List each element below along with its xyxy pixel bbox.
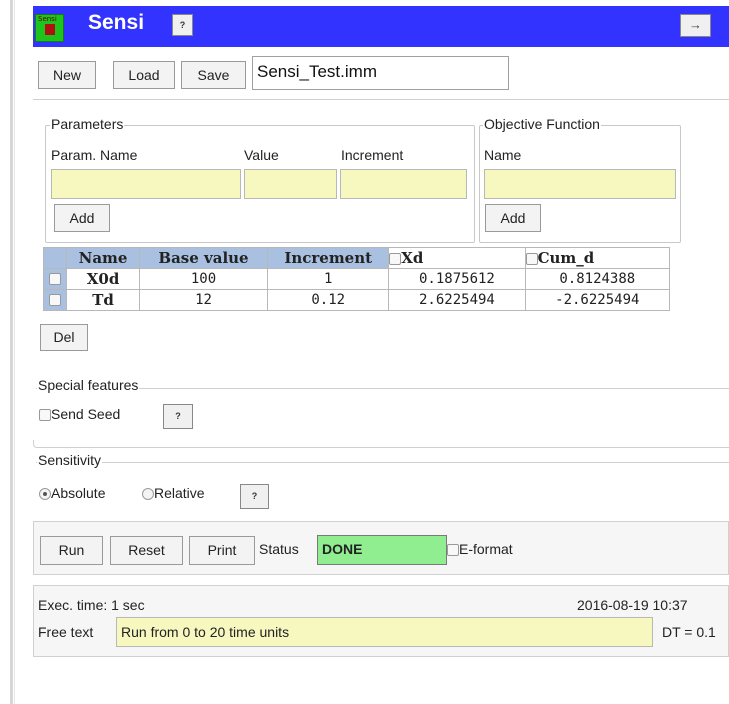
cum-d-checkbox[interactable]	[525, 253, 538, 265]
collapse-button[interactable]: →	[680, 14, 711, 37]
send-seed-control[interactable]: Send Seed	[39, 406, 120, 422]
sensitivity-help-button[interactable]: ?	[240, 484, 269, 509]
app-title: Sensi	[88, 11, 145, 34]
param-name-input[interactable]	[51, 169, 241, 199]
send-seed-label: Send Seed	[51, 406, 121, 422]
divider-top	[33, 99, 729, 100]
sensitivity-legend: Sensitivity	[37, 452, 103, 468]
run-button[interactable]: Run	[40, 536, 103, 565]
delete-button[interactable]: Del	[40, 324, 88, 351]
header-xd-label: Xd	[401, 249, 424, 267]
objective-name-label: Name	[484, 147, 522, 163]
reset-button[interactable]: Reset	[110, 536, 183, 565]
relative-radio[interactable]	[142, 488, 154, 501]
load-button[interactable]: Load	[113, 61, 175, 89]
send-seed-help-button[interactable]: ?	[163, 404, 193, 429]
new-button[interactable]: New	[38, 61, 96, 89]
status-label: Status	[259, 541, 299, 557]
row-cum-d: 0.8124388	[524, 268, 671, 290]
special-panel-bottom	[33, 440, 729, 448]
dt-value: DT = 0.1	[662, 624, 716, 640]
header-increment[interactable]: Increment	[267, 247, 390, 269]
right-arrow-icon: →	[689, 17, 702, 32]
row-select-cell[interactable]	[42, 289, 68, 311]
print-button[interactable]: Print	[189, 536, 255, 565]
header-name[interactable]: Name	[66, 247, 140, 269]
row-xd: 0.1875612	[388, 268, 526, 290]
eformat-label: E-format	[459, 541, 513, 557]
left-border-inner	[14, 0, 15, 704]
logo-text: Sensi	[38, 15, 57, 23]
objective-legend: Objective Function	[483, 116, 601, 132]
param-value-input[interactable]	[244, 169, 337, 199]
row-select-cell[interactable]	[42, 268, 68, 290]
timestamp: 2016-08-19 10:37	[577, 597, 688, 613]
param-value-label: Value	[244, 147, 279, 163]
eformat-control[interactable]: E-format	[447, 541, 513, 557]
table-row: X0d 100 1 0.1875612 0.8124388	[42, 268, 671, 290]
header-xd[interactable]: Xd	[388, 247, 526, 269]
row-name: Td	[66, 289, 140, 311]
header-cum-d-label: Cum_d	[537, 249, 595, 267]
relative-option[interactable]: Relative	[142, 485, 205, 501]
objective-name-input[interactable]	[484, 169, 676, 199]
row-increment: 0.12	[267, 289, 390, 311]
save-button[interactable]: Save	[181, 61, 246, 89]
param-add-button[interactable]: Add	[54, 204, 110, 232]
left-border	[10, 0, 13, 704]
header-cum-d[interactable]: Cum_d	[524, 247, 671, 269]
select-all-cell[interactable]	[42, 247, 68, 269]
parameters-legend: Parameters	[50, 116, 125, 132]
title-help-button[interactable]: ?	[172, 14, 193, 36]
sensitivity-table: Name Base value Increment Xd Cum_d X0d 1…	[42, 247, 671, 311]
free-text-label: Free text	[38, 624, 94, 640]
row-base: 12	[138, 289, 269, 311]
xd-checkbox[interactable]	[389, 253, 402, 265]
filename-input[interactable]: Sensi_Test.imm	[252, 56, 509, 90]
row-checkbox[interactable]	[49, 294, 62, 306]
row-name: X0d	[66, 268, 140, 290]
row-checkbox[interactable]	[49, 273, 62, 285]
absolute-radio[interactable]	[39, 488, 51, 501]
row-xd: 2.6225494	[388, 289, 526, 311]
special-legend: Special features	[37, 377, 140, 393]
table-header-row: Name Base value Increment Xd Cum_d	[42, 247, 671, 269]
send-seed-checkbox[interactable]	[39, 409, 51, 422]
objective-add-button[interactable]: Add	[485, 204, 541, 232]
special-border	[36, 388, 729, 389]
row-increment: 1	[267, 268, 390, 290]
absolute-option[interactable]: Absolute	[39, 485, 105, 501]
param-increment-label: Increment	[341, 147, 404, 163]
chip-body-icon	[45, 24, 55, 35]
param-increment-input[interactable]	[340, 169, 467, 199]
status-field: DONE	[317, 535, 447, 565]
param-name-label: Param. Name	[51, 147, 138, 163]
eformat-checkbox[interactable]	[447, 544, 459, 557]
exec-time: Exec. time: 1 sec	[38, 597, 145, 613]
chip-logo-icon: Sensi	[35, 14, 64, 42]
row-base: 100	[138, 268, 269, 290]
free-text-input[interactable]: Run from 0 to 20 time units	[116, 617, 653, 647]
row-cum-d: -2.6225494	[524, 289, 671, 311]
table-row: Td 12 0.12 2.6225494 -2.6225494	[42, 289, 671, 311]
absolute-label: Absolute	[51, 485, 106, 501]
relative-label: Relative	[154, 485, 205, 501]
sensitivity-border	[36, 462, 729, 463]
header-base-value[interactable]: Base value	[138, 247, 269, 269]
